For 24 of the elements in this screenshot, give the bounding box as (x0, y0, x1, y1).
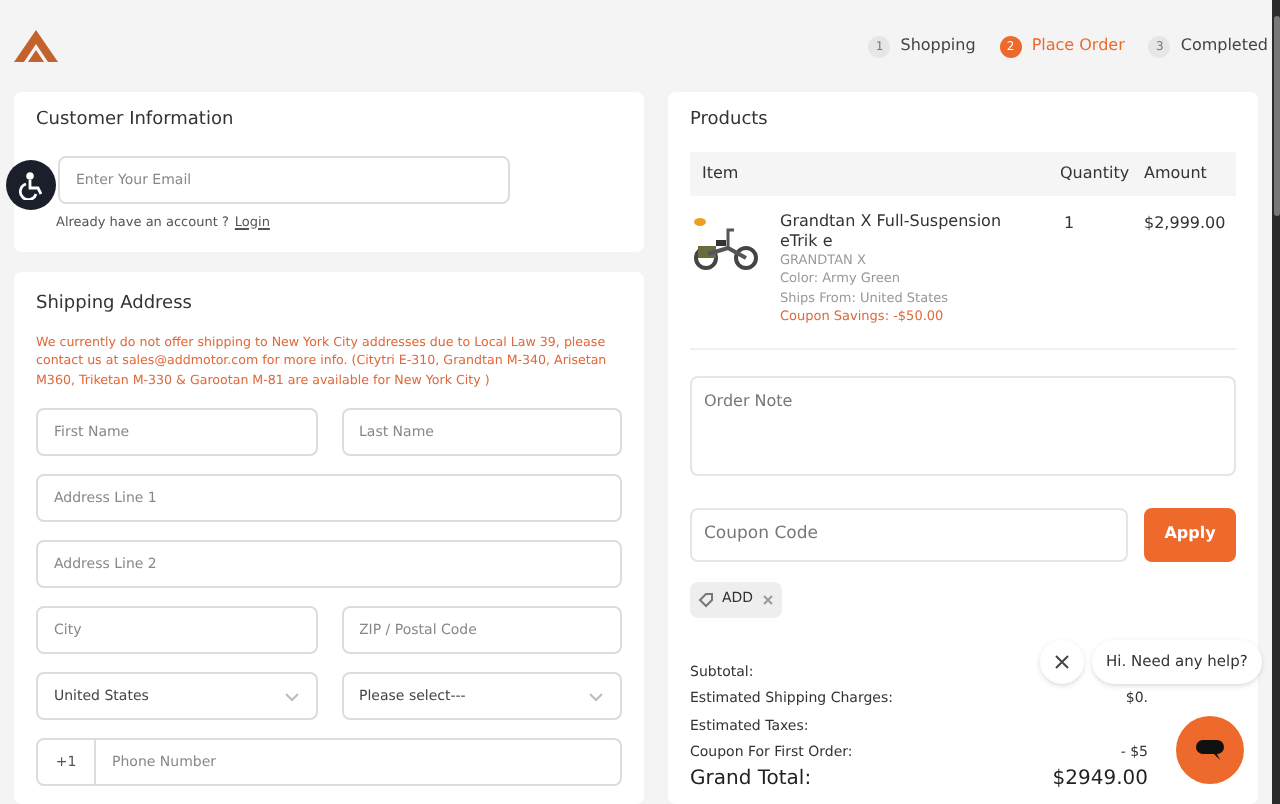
accessibility-button[interactable] (6, 160, 56, 210)
logo-icon[interactable] (14, 30, 58, 62)
quantity-cell-text: 1 (1062, 211, 1077, 235)
chat-icon (1196, 740, 1224, 760)
close-icon (1054, 654, 1070, 670)
order-note-field[interactable]: Order Note (690, 375, 1236, 475)
coupon-field[interactable]: Coupon Code (690, 507, 1128, 561)
step-label: Place Order (1031, 34, 1125, 58)
card-title: Shipping Address (36, 292, 194, 318)
step-label: Completed (1180, 34, 1268, 58)
card-title: Customer Information (36, 108, 236, 134)
chevron-down-icon (283, 691, 299, 701)
product-name: Grandtan X Full-Suspension eTrik e (780, 211, 1004, 251)
column-header: Item (702, 161, 741, 185)
wheelchair-icon (17, 171, 45, 199)
tag-icon (698, 591, 714, 607)
column-header: Amount (1144, 161, 1209, 185)
grand-total-label: Grand Total: (690, 767, 812, 789)
card-title: Products (690, 108, 770, 134)
step-label: Shopping (900, 34, 976, 58)
chevron-down-icon (588, 691, 604, 701)
grand-total-value: $2949.00 (1052, 767, 1148, 789)
amount-cell-text: $2,999.00 (1144, 211, 1224, 235)
column-header: Quantity (1060, 161, 1132, 185)
